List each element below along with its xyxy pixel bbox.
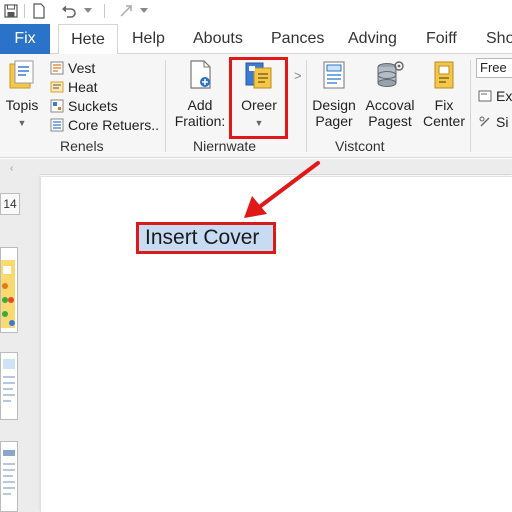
toolbar-divider <box>104 4 105 18</box>
si-label: Si <box>496 113 509 130</box>
quick-access-toolbar <box>0 0 512 24</box>
ribbon: Topis ▼ Vest Heat Suckets Core Retuers..… <box>0 54 512 158</box>
core-returns-item[interactable]: Core Retuers.. <box>50 115 159 134</box>
undo-icon[interactable] <box>60 1 78 21</box>
tab-help[interactable]: Help <box>132 24 165 54</box>
customize-icon[interactable] <box>138 1 150 21</box>
group-label-renels: Renels <box>60 138 104 154</box>
design-pager-button[interactable]: Design Pager <box>310 60 358 129</box>
add-page-icon <box>170 60 230 93</box>
si-icon <box>478 115 492 129</box>
style-dropdown[interactable]: Free <box>476 58 512 78</box>
page-thumbnail[interactable] <box>0 352 18 420</box>
add-label-line2: Fraition: <box>174 113 226 129</box>
group-divider <box>165 60 166 152</box>
design-icon <box>310 60 358 93</box>
insert-cover-callout: Insert Cover <box>136 222 276 254</box>
document-icon[interactable] <box>30 1 48 21</box>
ruler-strip <box>0 159 512 175</box>
document-canvas[interactable] <box>40 176 512 512</box>
tab-sho[interactable]: Sho <box>486 24 512 54</box>
design-label-line2: Pager <box>315 113 353 129</box>
pane-collapse-icon[interactable]: ‹ <box>10 163 13 174</box>
toolbar-divider <box>24 4 25 18</box>
accoval-label-line2: Pagest <box>368 113 412 129</box>
accoval-pagest-button[interactable]: Accoval Pagest <box>362 60 418 129</box>
add-fraition-button[interactable]: Add Fraition: <box>170 60 230 129</box>
database-icon <box>362 60 418 93</box>
tab-home[interactable]: Hete <box>58 24 118 55</box>
fix-label-line2: Center <box>422 113 466 129</box>
fix-center-button[interactable]: Fix Center <box>420 60 468 129</box>
redo-icon[interactable] <box>118 1 134 21</box>
topics-icon <box>2 60 42 93</box>
save-icon[interactable] <box>2 1 20 21</box>
page-thumbnail[interactable] <box>0 441 18 512</box>
group-divider <box>306 60 307 152</box>
topis-button[interactable]: Topis ▼ <box>2 60 42 131</box>
heat-icon <box>50 80 64 94</box>
group-label-vistcont: Vistcont <box>335 138 385 154</box>
suckets-icon <box>50 99 64 113</box>
tab-file[interactable]: Fix <box>0 24 50 54</box>
suckets-item[interactable]: Suckets <box>50 96 118 115</box>
tab-abouts[interactable]: Abouts <box>193 24 243 54</box>
page-number-box[interactable]: 14 <box>0 193 20 215</box>
tab-pances[interactable]: Pances <box>271 24 324 54</box>
chevron-right-icon: > <box>294 68 302 83</box>
core-returns-label: Core Retuers.. <box>68 116 160 133</box>
fix-center-icon <box>420 60 468 93</box>
suckets-label: Suckets <box>68 97 118 114</box>
ribbon-tabs: Fix Hete Help Abouts Pances Adving Foiff… <box>0 24 512 55</box>
add-label-line1: Add <box>187 97 213 113</box>
accoval-label-line1: Accoval <box>365 97 415 113</box>
chevron-down-icon: ▼ <box>17 118 27 128</box>
dropdown-icon[interactable] <box>82 1 94 21</box>
core-returns-icon <box>50 118 64 132</box>
design-label-line1: Design <box>312 97 356 113</box>
vest-icon <box>50 61 64 75</box>
ex-icon <box>478 89 492 103</box>
vest-label: Vest <box>68 59 96 76</box>
group-divider <box>470 60 471 152</box>
cover-highlight-box <box>229 57 288 139</box>
vest-item[interactable]: Vest <box>50 58 95 77</box>
ex-label: Ex <box>496 87 512 104</box>
ex-item[interactable]: Ex <box>478 86 512 105</box>
tab-adving[interactable]: Adving <box>348 24 397 54</box>
fix-label-line1: Fix <box>434 97 454 113</box>
topis-label: Topis <box>5 97 39 113</box>
tab-foiff[interactable]: Foiff <box>426 24 457 54</box>
group-label-niernwate: Niernwate <box>193 138 257 154</box>
heat-label: Heat <box>68 78 98 95</box>
heat-item[interactable]: Heat <box>50 77 98 96</box>
si-item[interactable]: Si <box>478 112 508 131</box>
page-thumbnail[interactable] <box>0 247 18 333</box>
